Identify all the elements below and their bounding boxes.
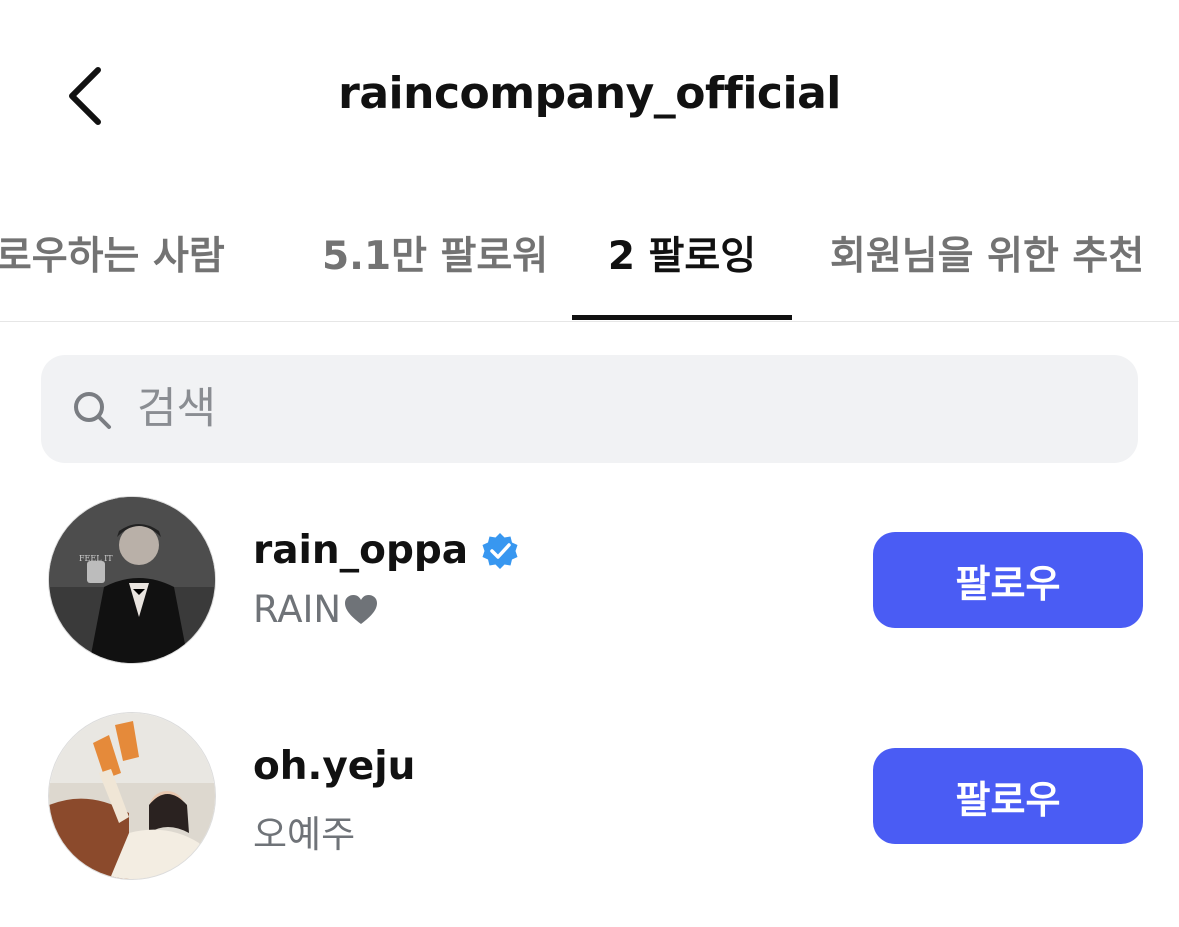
tab-bar: 팔로우하는 사람 5.1만 팔로워 2 팔로잉 회원님을 위한 추천	[0, 215, 1179, 322]
avatar[interactable]: FEEL IT	[48, 496, 216, 664]
search-bar[interactable]	[41, 355, 1138, 463]
tab-mutual-followers[interactable]: 팔로우하는 사람	[0, 215, 225, 319]
list-item: oh.yeju 오예주 팔로우	[0, 708, 1179, 888]
following-screen: raincompany_official 팔로우하는 사람 5.1만 팔로워 2…	[0, 0, 1179, 927]
full-name: RAIN	[253, 588, 379, 631]
follow-button[interactable]: 팔로우	[873, 532, 1143, 628]
full-name: 오예주	[253, 813, 356, 856]
heart-icon	[345, 594, 378, 624]
page-title: raincompany_official	[338, 68, 841, 119]
active-tab-indicator	[572, 315, 792, 320]
svg-text:FEEL IT: FEEL IT	[79, 554, 113, 563]
verified-badge-icon	[482, 532, 518, 569]
avatar[interactable]	[48, 712, 216, 880]
follow-button[interactable]: 팔로우	[873, 748, 1143, 844]
tab-suggested[interactable]: 회원님을 위한 추천	[830, 215, 1144, 319]
tab-followers[interactable]: 5.1만 팔로워	[322, 215, 548, 319]
tab-following[interactable]: 2 팔로잉	[572, 215, 792, 319]
search-icon	[74, 392, 111, 429]
header: raincompany_official	[0, 0, 1179, 190]
tabs-divider	[0, 321, 1179, 322]
username[interactable]: rain_oppa	[253, 528, 520, 573]
list-item: FEEL IT rain_oppa RAIN 팔로우	[0, 492, 1179, 672]
search-input[interactable]	[137, 369, 1097, 449]
username[interactable]: oh.yeju	[253, 744, 415, 789]
